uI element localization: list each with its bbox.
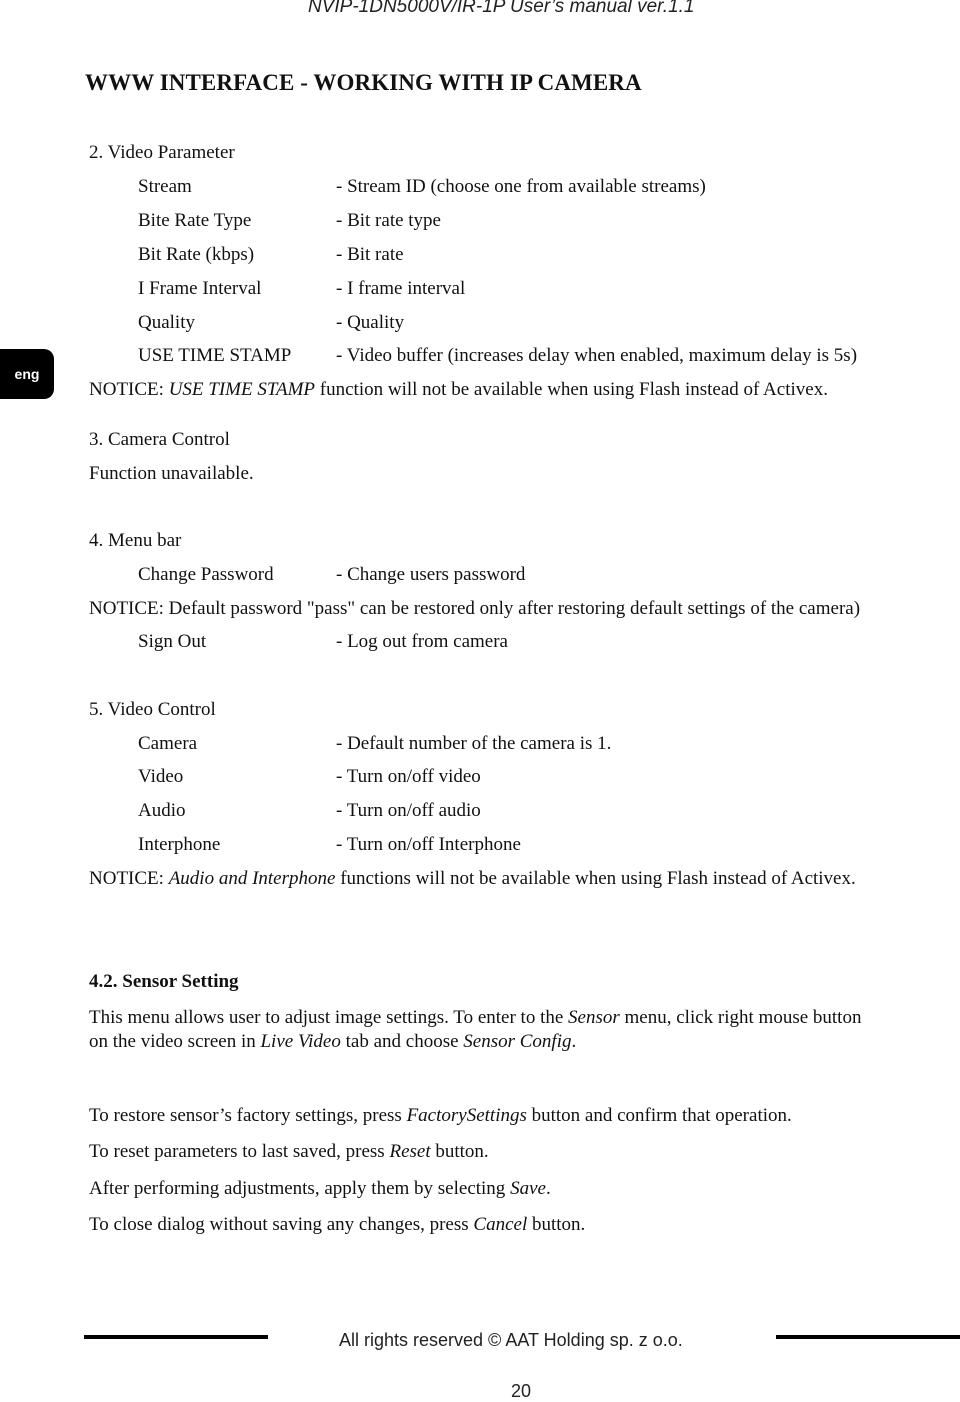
text: tab and choose [340, 1031, 464, 1052]
footer-rule-left [84, 1335, 268, 1339]
param-desc: - Quality [336, 312, 405, 333]
sensor-instruction: To restore sensor’s factory settings, pr… [89, 1105, 792, 1127]
param-label: USE TIME STAMP [138, 345, 292, 366]
emphasis: Cancel [473, 1214, 528, 1235]
menu-bar-notice: NOTICE: Default password "pass" can be r… [89, 598, 861, 619]
menu-bar-heading: 4. Menu bar [89, 530, 182, 551]
text: menu, click right mouse button [619, 1007, 862, 1028]
text: To reset parameters to last saved, press [89, 1141, 390, 1162]
control-desc: - Turn on/off Interphone [336, 834, 521, 855]
text: on the video screen in [89, 1031, 261, 1052]
menu-desc: - Change users password [336, 564, 526, 585]
param-desc: - Bit rate [336, 244, 404, 265]
text: button. [430, 1141, 489, 1162]
control-desc: - Default number of the camera is 1. [336, 733, 612, 754]
control-label: Audio [138, 800, 186, 821]
param-label: Bit Rate (kbps) [138, 244, 255, 265]
param-desc: - Bit rate type [336, 210, 441, 231]
param-desc: - Video buffer (increases delay when ena… [336, 345, 858, 366]
camera-control-heading: 3. Camera Control [89, 429, 230, 450]
sensor-setting-heading: 4.2. Sensor Setting [89, 971, 239, 992]
control-label: Video [138, 766, 184, 787]
footer-copyright: All rights reserved © AAT Holding sp. z … [339, 1330, 683, 1350]
document-header: NVIP-1DN5000V/IR-1P User’s manual ver.1.… [308, 0, 695, 17]
video-parameter-notice: NOTICE: USE TIME STAMP function will not… [89, 379, 828, 401]
param-label: Bite Rate Type [138, 210, 252, 231]
video-control-heading: 5. Video Control [89, 699, 216, 720]
notice-emphasis: Audio and Interphone [168, 868, 336, 889]
language-label: eng [14, 366, 40, 382]
video-parameter-heading: 2. Video Parameter [89, 142, 235, 163]
emphasis: Live Video [260, 1031, 341, 1052]
param-label: Stream [138, 176, 192, 197]
notice-prefix: NOTICE: [89, 379, 169, 400]
sensor-instruction: After performing adjustments, apply them… [89, 1178, 551, 1200]
emphasis: Sensor [568, 1007, 620, 1028]
sensor-intro-line-1: This menu allows user to adjust image se… [89, 1007, 861, 1029]
section-title: WWW INTERFACE - WORKING WITH IP CAMERA [85, 70, 642, 95]
text: To close dialog without saving any chang… [89, 1214, 474, 1235]
control-label: Interphone [138, 834, 221, 855]
footer-rule-right [776, 1335, 960, 1339]
video-control-notice: NOTICE: Audio and Interphone functions w… [89, 868, 856, 890]
page-number: 20 [511, 1381, 532, 1401]
emphasis: Save [510, 1178, 546, 1199]
sensor-intro-line-2: on the video screen in Live Video tab an… [89, 1031, 576, 1053]
param-label: Quality [138, 312, 195, 333]
text: . [545, 1178, 551, 1199]
sensor-instruction: To reset parameters to last saved, press… [89, 1141, 489, 1163]
control-desc: - Turn on/off video [336, 766, 481, 787]
notice-emphasis: USE TIME STAMP [168, 379, 316, 400]
notice-text: function will not be available when usin… [315, 379, 828, 400]
text: To restore sensor’s factory settings, pr… [89, 1105, 407, 1126]
control-desc: - Turn on/off audio [336, 800, 481, 821]
notice-prefix: NOTICE: [89, 868, 169, 889]
menu-label: Change Password [138, 564, 274, 585]
text: button. [527, 1214, 586, 1235]
text: This menu allows user to adjust image se… [89, 1007, 569, 1028]
param-label: I Frame Interval [138, 278, 262, 299]
param-desc: - Stream ID (choose one from available s… [336, 176, 706, 197]
emphasis: Sensor Config [463, 1031, 572, 1052]
camera-control-text: Function unavailable. [89, 463, 254, 484]
param-desc: - I frame interval [336, 278, 466, 299]
emphasis: FactorySettings [406, 1105, 527, 1126]
control-label: Camera [138, 733, 198, 754]
sensor-instruction: To close dialog without saving any chang… [89, 1214, 585, 1236]
menu-desc: - Log out from camera [336, 631, 508, 652]
notice-text: functions will not be available when usi… [335, 868, 856, 889]
language-tab: eng [0, 349, 54, 399]
text: . [571, 1031, 577, 1052]
menu-label: Sign Out [138, 631, 207, 652]
text: After performing adjustments, apply them… [89, 1178, 511, 1199]
text: button and confirm that operation. [526, 1105, 792, 1126]
emphasis: Reset [389, 1141, 431, 1162]
